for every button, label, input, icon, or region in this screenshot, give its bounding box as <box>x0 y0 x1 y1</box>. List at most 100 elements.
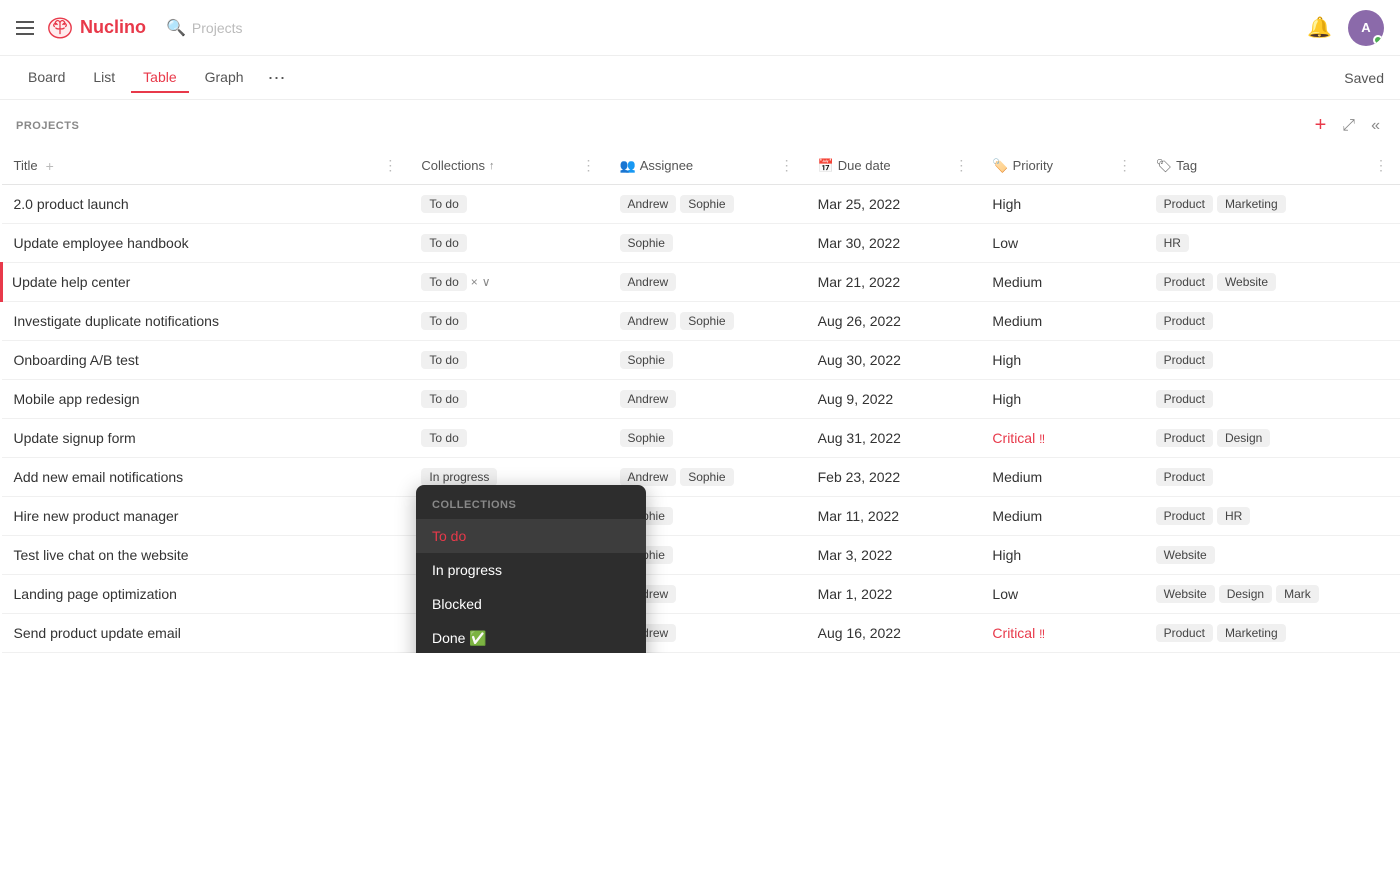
menu-button[interactable] <box>16 21 34 35</box>
cell-priority[interactable]: Medium <box>980 497 1143 536</box>
cell-title[interactable]: Update help center <box>2 263 410 302</box>
cell-due-date[interactable]: Mar 1, 2022 <box>806 575 981 614</box>
cell-assignee[interactable]: Andrew <box>608 263 806 302</box>
section-title: PROJECTS <box>16 120 1311 132</box>
tab-list[interactable]: List <box>81 63 127 93</box>
table-row: Investigate duplicate notificationsTo do… <box>2 302 1400 341</box>
duedate-col-menu-icon[interactable]: ⋮ <box>954 157 968 174</box>
cell-title[interactable]: Landing page optimization <box>2 575 410 614</box>
cell-tag[interactable]: Product <box>1144 458 1400 497</box>
chevron-down-icon[interactable]: ∨ <box>482 275 491 289</box>
cell-collections[interactable]: To do × ∨ <box>409 263 607 302</box>
dropdown-item-inprogress[interactable]: In progress <box>416 553 646 587</box>
priority-icon: 🏷️ <box>992 158 1008 174</box>
cell-priority[interactable]: Medium <box>980 263 1143 302</box>
tag-col-menu-icon[interactable]: ⋮ <box>1374 157 1388 174</box>
more-options-button[interactable]: ⋯ <box>260 63 294 93</box>
cell-tag[interactable]: Product <box>1144 341 1400 380</box>
cell-title[interactable]: Test live chat on the website <box>2 536 410 575</box>
cell-due-date[interactable]: Mar 25, 2022 <box>806 185 981 224</box>
logo-text: Nuclino <box>80 17 146 38</box>
cell-tag[interactable]: WebsiteDesignMark <box>1144 575 1400 614</box>
dropdown-item-done[interactable]: Done ✅ <box>416 621 646 653</box>
cell-title[interactable]: Onboarding A/B test <box>2 341 410 380</box>
cell-assignee[interactable]: Sophie <box>608 341 806 380</box>
dropdown-item-blocked[interactable]: Blocked <box>416 587 646 621</box>
cell-collections[interactable]: To do <box>409 341 607 380</box>
cell-tag[interactable]: ProductMarketing <box>1144 185 1400 224</box>
tab-table[interactable]: Table <box>131 63 188 93</box>
table-row: Update signup formTo doSophieAug 31, 202… <box>2 419 1400 458</box>
cell-priority[interactable]: Medium <box>980 302 1143 341</box>
cell-collections[interactable]: To do <box>409 419 607 458</box>
sort-up-icon[interactable]: ↑ <box>489 160 495 172</box>
cell-collections[interactable]: To do <box>409 380 607 419</box>
cell-priority[interactable]: High <box>980 380 1143 419</box>
cell-due-date[interactable]: Mar 3, 2022 <box>806 536 981 575</box>
cell-priority[interactable]: Critical ‼ <box>980 419 1143 458</box>
cell-collections[interactable]: To do <box>409 224 607 263</box>
cell-tag[interactable]: ProductMarketing <box>1144 614 1400 653</box>
cell-tag[interactable]: Product <box>1144 302 1400 341</box>
collections-dropdown[interactable]: COLLECTIONS To do In progress Blocked Do… <box>416 485 646 653</box>
expand-button[interactable]: ⤢ <box>1338 115 1359 137</box>
cell-tag[interactable]: ProductHR <box>1144 497 1400 536</box>
cell-due-date[interactable]: Mar 30, 2022 <box>806 224 981 263</box>
avatar[interactable]: A <box>1348 10 1384 46</box>
cell-collections[interactable]: To do <box>409 302 607 341</box>
title-col-menu-icon[interactable]: ⋮ <box>383 157 397 174</box>
cell-tag[interactable]: ProductWebsite <box>1144 263 1400 302</box>
cell-priority[interactable]: Low <box>980 224 1143 263</box>
cell-tag[interactable]: Product <box>1144 380 1400 419</box>
search-area[interactable]: 🔍 Projects <box>166 18 1307 38</box>
tab-board[interactable]: Board <box>16 63 77 93</box>
assignee-col-menu-icon[interactable]: ⋮ <box>780 157 794 174</box>
cell-due-date[interactable]: Aug 9, 2022 <box>806 380 981 419</box>
cell-title[interactable]: Update signup form <box>2 419 410 458</box>
cell-priority[interactable]: High <box>980 536 1143 575</box>
cell-priority[interactable]: High <box>980 341 1143 380</box>
cell-due-date[interactable]: Aug 26, 2022 <box>806 302 981 341</box>
table-row: Update help center To do × ∨ AndrewMar 2… <box>2 263 1400 302</box>
cell-title[interactable]: Update employee handbook <box>2 224 410 263</box>
cell-due-date[interactable]: Aug 16, 2022 <box>806 614 981 653</box>
assignee-col-label: Assignee <box>640 158 693 173</box>
cell-assignee[interactable]: AndrewSophie <box>608 185 806 224</box>
add-item-button[interactable]: + <box>1311 112 1331 139</box>
add-row-icon[interactable]: + <box>46 158 54 174</box>
cell-priority[interactable]: High <box>980 185 1143 224</box>
notification-bell-icon[interactable]: 🔔 <box>1307 15 1332 40</box>
cell-priority[interactable]: Critical ‼ <box>980 614 1143 653</box>
cell-due-date[interactable]: Aug 31, 2022 <box>806 419 981 458</box>
cell-title[interactable]: Add new email notifications <box>2 458 410 497</box>
calendar-icon: 📅 <box>818 158 834 174</box>
cell-title[interactable]: Send product update email <box>2 614 410 653</box>
cell-title[interactable]: Mobile app redesign <box>2 380 410 419</box>
cell-assignee[interactable]: AndrewSophie <box>608 302 806 341</box>
cell-due-date[interactable]: Mar 21, 2022 <box>806 263 981 302</box>
brain-icon <box>46 14 74 42</box>
dropdown-item-todo[interactable]: To do <box>416 519 646 553</box>
close-icon[interactable]: × <box>471 275 478 289</box>
cell-title[interactable]: 2.0 product launch <box>2 185 410 224</box>
tab-graph[interactable]: Graph <box>193 63 256 93</box>
collapse-button[interactable]: « <box>1367 115 1384 137</box>
cell-assignee[interactable]: Sophie <box>608 419 806 458</box>
cell-due-date[interactable]: Aug 30, 2022 <box>806 341 981 380</box>
cell-priority[interactable]: Low <box>980 575 1143 614</box>
cell-due-date[interactable]: Mar 11, 2022 <box>806 497 981 536</box>
cell-due-date[interactable]: Feb 23, 2022 <box>806 458 981 497</box>
cell-title[interactable]: Investigate duplicate notifications <box>2 302 410 341</box>
assignee-icon: 👥 <box>620 158 636 174</box>
cell-priority[interactable]: Medium <box>980 458 1143 497</box>
cell-assignee[interactable]: Sophie <box>608 224 806 263</box>
collections-col-menu-icon[interactable]: ⋮ <box>582 157 596 174</box>
cell-assignee[interactable]: Andrew <box>608 380 806 419</box>
cell-tag[interactable]: HR <box>1144 224 1400 263</box>
logo[interactable]: Nuclino <box>46 14 146 42</box>
priority-col-menu-icon[interactable]: ⋮ <box>1118 157 1132 174</box>
cell-collections[interactable]: To do <box>409 185 607 224</box>
cell-title[interactable]: Hire new product manager <box>2 497 410 536</box>
cell-tag[interactable]: Website <box>1144 536 1400 575</box>
cell-tag[interactable]: ProductDesign <box>1144 419 1400 458</box>
